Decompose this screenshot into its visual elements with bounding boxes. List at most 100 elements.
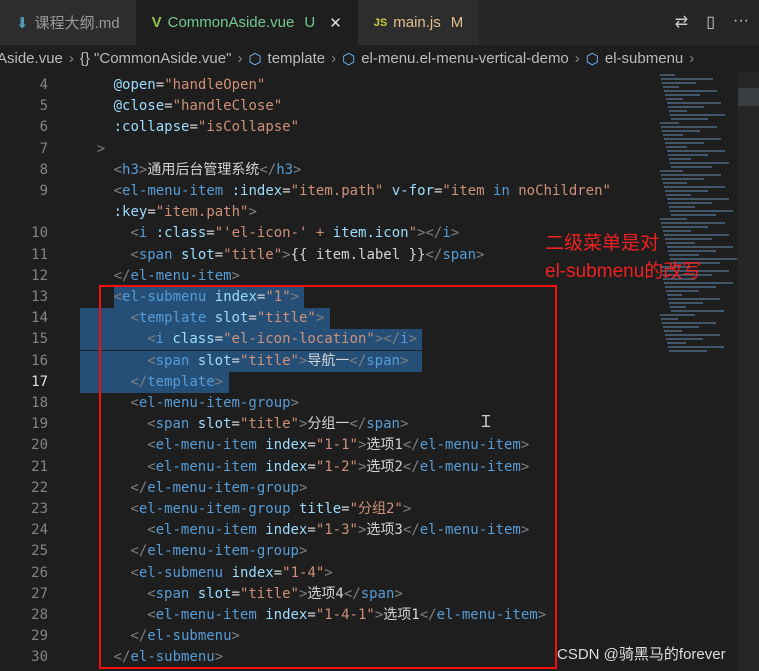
breadcrumb-module[interactable]: {} "CommonAside.vue" [80, 50, 232, 67]
minimap-line [665, 334, 720, 336]
code-token: noChildren" [509, 183, 611, 199]
code-token: span [138, 246, 173, 263]
line-number: 6 [39, 119, 48, 136]
text-cursor-icon: Ｉ [478, 414, 495, 431]
code-token: = [206, 225, 215, 242]
code-token: </ [259, 161, 277, 178]
code-line[interactable]: 4 @open="handleOpen" [0, 75, 650, 96]
minimap-line [670, 306, 686, 308]
vertical-scrollbar[interactable] [738, 72, 759, 671]
chevron-right-icon: › [331, 50, 337, 67]
code-text: :key="item.path"> [114, 202, 257, 223]
minimap-line [662, 82, 696, 84]
code-token: slot [180, 246, 215, 263]
code-token: @open [113, 77, 156, 93]
line-number: 19 [31, 416, 48, 433]
code-token: i [442, 225, 451, 242]
line-number: 7 [39, 140, 48, 157]
line-number: 25 [31, 543, 48, 560]
tab-common-aside[interactable]: V CommonAside.vue U ✕ [135, 0, 358, 45]
breadcrumb-el-menu[interactable]: el-menu.el-menu-vertical-demo [361, 50, 569, 67]
code-token: h3 [276, 161, 294, 178]
code-line[interactable]: 8 <h3>通用后台管理系统</h3> [0, 160, 650, 181]
code-token: item.icon [332, 225, 409, 242]
code-token: </ [425, 246, 443, 263]
breadcrumb-file[interactable]: Aside.vue [0, 50, 63, 67]
code-token: "item.path" [155, 204, 249, 221]
code-line[interactable]: 9 <el-menu-item :index="item.path" v-for=… [0, 181, 650, 202]
minimap-line [668, 298, 720, 300]
modified-badge: M [450, 14, 464, 31]
line-number: 16 [31, 352, 48, 369]
code-line[interactable]: :key="item.path"> [0, 202, 650, 223]
code-token: = [164, 98, 173, 115]
line-number: 21 [31, 458, 48, 475]
minimap-line [667, 150, 725, 152]
code-line[interactable]: 6:collapse="isCollapse" [0, 117, 650, 138]
code-token: = [214, 246, 224, 263]
code-token: 通用后台管理系统 [147, 161, 260, 178]
vue-icon: V [151, 14, 162, 31]
compare-changes-icon[interactable]: ⇄ [675, 12, 688, 32]
js-icon: JS [373, 16, 388, 29]
minimap[interactable] [660, 72, 737, 362]
minimap-line [667, 198, 729, 200]
breadcrumb-el-submenu[interactable]: el-submenu [605, 50, 683, 67]
tab-label: CommonAside.vue [167, 14, 295, 31]
line-number: 29 [31, 628, 48, 645]
line-number: 8 [39, 161, 48, 178]
tab-label: 课程大纲.md [34, 15, 120, 32]
minimap-line [662, 130, 700, 132]
watermark: CSDN @骑黑马的forever [557, 646, 726, 663]
code-line[interactable]: 5 @close="handleClose" [0, 96, 650, 117]
line-number: 23 [31, 501, 48, 517]
code-line[interactable]: 7 > [0, 139, 650, 160]
code-token: < [130, 246, 139, 263]
minimap-line [671, 118, 708, 120]
tab-bar: ⬇ 课程大纲.md V CommonAside.vue U ✕ JS main.… [0, 0, 759, 45]
close-icon[interactable]: ✕ [329, 14, 342, 32]
tab-label: main.js [393, 14, 441, 31]
minimap-line [666, 146, 687, 148]
code-token: > [96, 140, 106, 157]
breadcrumb-template[interactable]: template [268, 50, 326, 67]
code-token: :key [113, 204, 148, 221]
code-token: > [450, 225, 460, 242]
code-token: @close [113, 98, 165, 115]
scrollbar-thumb[interactable] [738, 88, 759, 106]
more-actions-icon[interactable]: ··· [733, 12, 749, 32]
line-number: 26 [31, 564, 48, 581]
minimap-line [666, 194, 691, 196]
code-token: i [138, 225, 148, 242]
code-text: <h3>通用后台管理系统</h3> [114, 160, 302, 181]
annotation-line: el-submenu的改写 [545, 261, 702, 282]
chevron-right-icon: › [689, 50, 695, 67]
code-token: = [147, 204, 156, 221]
line-number: 20 [31, 437, 48, 454]
tab-main-js[interactable]: JS main.js M [357, 0, 480, 45]
line-number: 12 [31, 267, 48, 284]
code-text: <i :class="'el-icon-' + item.icon"></i> [130, 223, 459, 244]
editor-actions: ⇄ ▯ ··· [675, 12, 749, 32]
code-token: > [282, 246, 291, 263]
minimap-line [663, 326, 699, 328]
code-token: el-menu-item [130, 267, 232, 284]
code-token: :index [231, 183, 283, 199]
code-token: "item [442, 183, 493, 199]
minimap-line [669, 206, 695, 208]
code-text: <span slot="title">{{ item.label }}</spa… [130, 245, 484, 266]
minimap-line [666, 338, 703, 340]
code-token: "handleClose" [172, 98, 283, 115]
split-editor-icon[interactable]: ▯ [706, 12, 715, 32]
tab-course-outline[interactable]: ⬇ 课程大纲.md [0, 0, 136, 45]
minimap-line [661, 126, 717, 128]
code-token: < [113, 161, 123, 178]
line-number: 24 [31, 522, 48, 539]
breadcrumb: Aside.vue › {} "CommonAside.vue" › ⬡ templa… [0, 45, 756, 72]
minimap-line [667, 342, 686, 344]
line-number: 18 [31, 395, 48, 411]
line-number: 10 [31, 225, 48, 242]
markdown-download-icon: ⬇ [16, 14, 29, 32]
code-token: :class [155, 225, 207, 242]
